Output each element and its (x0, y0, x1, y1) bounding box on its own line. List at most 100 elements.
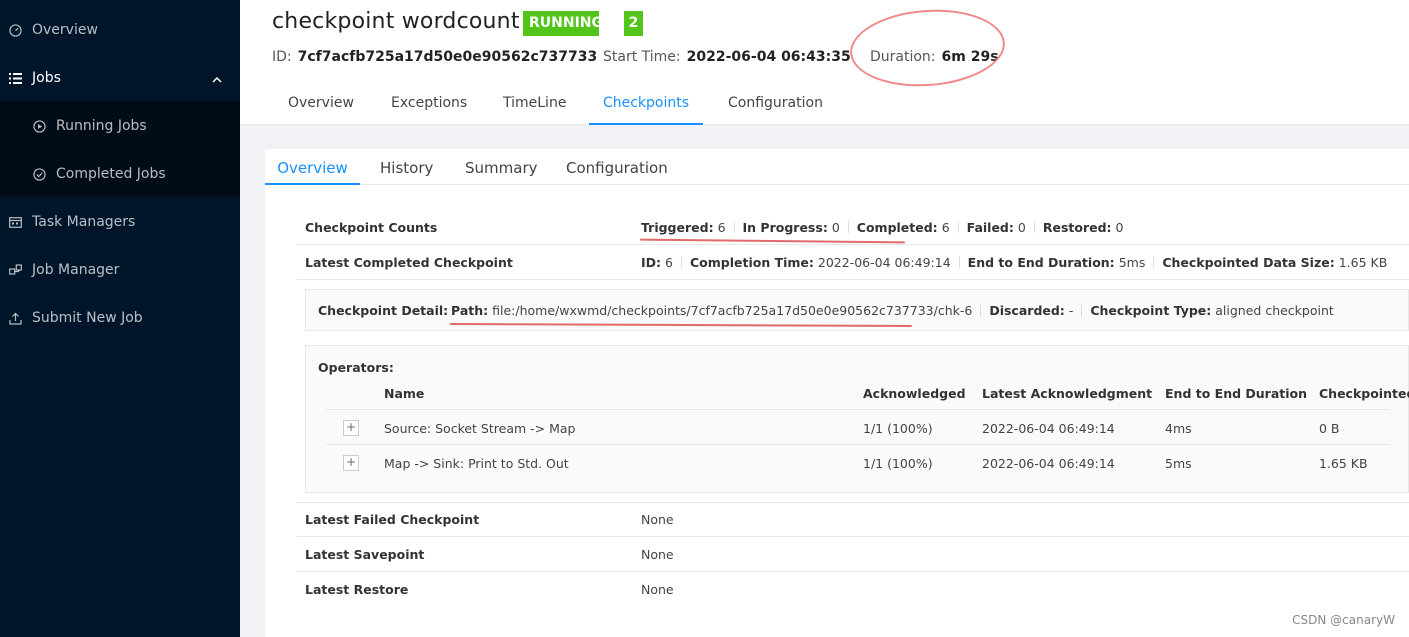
completed-label: Completed: (856, 219, 938, 235)
failed-value: 0 (1017, 219, 1026, 235)
main-content: checkpoint wordcount RUNNING 2 ID: 7cf7ac… (240, 0, 1409, 637)
sidebar: Overview Jobs Running Jobs Completed Job… (0, 0, 240, 637)
play-circle-icon (32, 119, 46, 133)
tab-exceptions[interactable]: Exceptions (391, 95, 467, 125)
sidebar-item-label: Job Manager (32, 262, 120, 278)
job-header: checkpoint wordcount RUNNING 2 ID: 7cf7ac… (240, 0, 1409, 125)
latest-completed-values: ID: 6 Completion Time: 2022-06-04 06:49:14… (641, 255, 1387, 270)
e2e-label: End to End Duration: (967, 254, 1115, 270)
sidebar-item-jobs[interactable]: Jobs (0, 54, 240, 102)
chevron-up-icon (212, 71, 222, 87)
sidebar-item-overview[interactable]: Overview (0, 6, 240, 54)
in-progress-value: 0 (831, 219, 840, 235)
triggered-count: Triggered: 6 (641, 220, 726, 235)
expand-button[interactable]: + (343, 420, 359, 436)
job-id-value: 7cf7acfb725a17d50e0e90562c737733 (297, 49, 598, 65)
dashboard-icon (8, 23, 22, 37)
latest-restore-value: None (641, 582, 674, 597)
checkpoint-detail-values: Path: file:/home/wxwmd/checkpoints/7cf7ac… (451, 303, 1334, 318)
sidebar-item-job-manager[interactable]: Job Manager (0, 246, 240, 294)
checkpoint-tabs: Overview History Summary Configuration (265, 149, 1409, 185)
latest-completed-row: Latest Completed Checkpoint ID: 6 Complet… (297, 245, 1409, 280)
in-progress-count: In Progress: 0 (743, 220, 840, 235)
discarded: Discarded: - (989, 303, 1073, 318)
checkpoint-counts-label: Checkpoint Counts (305, 219, 438, 235)
in-progress-label: In Progress: (742, 219, 828, 235)
expand-button[interactable]: + (343, 455, 359, 471)
watermark: CSDN @canaryW (1292, 613, 1395, 627)
latest-id-label: ID: (641, 254, 662, 270)
sidebar-item-label: Task Managers (32, 214, 136, 230)
latest-restore-row: Latest Restore None (297, 572, 1409, 607)
latest-id: ID: 6 (641, 255, 673, 270)
discarded-value: - (1068, 303, 1074, 318)
job-id-label: ID: (272, 49, 292, 65)
sidebar-item-submit-new-job[interactable]: Submit New Job (0, 294, 240, 342)
tab-cp-history[interactable]: History (380, 159, 433, 185)
operator-name: Map -> Sink: Print to Std. Out (384, 456, 569, 471)
table-row: + Source: Socket Stream -> Map 1/1 (100%… (326, 411, 1390, 445)
sidebar-item-label: Completed Jobs (56, 166, 166, 182)
operator-acknowledged: 1/1 (100%) (863, 456, 933, 471)
checkpoints-panel: Overview History Summary Configuration C… (265, 149, 1409, 637)
latest-failed-label: Latest Failed Checkpoint (305, 512, 480, 527)
completion-time-value: 2022-06-04 06:49:14 (817, 254, 951, 270)
tab-checkpoints[interactable]: Checkpoints (589, 95, 703, 125)
tab-configuration[interactable]: Configuration (728, 95, 823, 125)
sidebar-item-running-jobs[interactable]: Running Jobs (0, 102, 240, 150)
discarded-label: Discarded: (989, 303, 1065, 318)
sidebar-item-label: Running Jobs (56, 118, 147, 134)
checkpoint-counts-values: Triggered: 6 In Progress: 0 Completed: 6 Fa… (641, 220, 1124, 235)
completed-value: 6 (941, 219, 950, 235)
operator-latest-ack: 2022-06-04 06:49:14 (982, 456, 1115, 471)
tab-cp-configuration[interactable]: Configuration (566, 159, 668, 185)
checkpoint-counts-row: Checkpoint Counts Triggered: 6 In Progres… (297, 210, 1409, 245)
restored-value: 0 (1115, 219, 1124, 235)
latest-savepoint-value: None (641, 546, 674, 562)
table-row: + Map -> Sink: Print to Std. Out 1/1 (10… (326, 446, 1390, 480)
start-time-value: 2022-06-04 06:43:35 (686, 49, 851, 65)
end-to-end-duration: End to End Duration: 5ms (968, 255, 1146, 270)
upload-icon (8, 311, 22, 325)
checkpoint-detail-label: Checkpoint Detail: (318, 303, 449, 318)
tab-overview[interactable]: Overview (288, 95, 354, 125)
job-start-time: Start Time: 2022-06-04 06:43:35 (603, 49, 851, 65)
triggered-value: 6 (717, 219, 726, 235)
tab-timeline[interactable]: TimeLine (503, 95, 566, 125)
cluster-icon (8, 263, 22, 277)
col-e2e-duration: End to End Duration (1165, 386, 1308, 401)
operator-acknowledged: 1/1 (100%) (863, 421, 933, 436)
annotation-circle (847, 4, 1008, 92)
sidebar-item-completed-jobs[interactable]: Completed Jobs (0, 150, 240, 198)
col-data-size: Checkpointed D (1319, 386, 1409, 401)
status-badge: RUNNING (523, 11, 603, 36)
operator-latest-ack: 2022-06-04 06:49:14 (982, 421, 1115, 436)
e2e-value: 5ms (1118, 254, 1146, 270)
col-latest-ack: Latest Acknowledgment (982, 386, 1153, 401)
checkpoint-type-label: Checkpoint Type: (1090, 303, 1212, 318)
completion-time: Completion Time: 2022-06-04 06:49:14 (690, 255, 951, 270)
check-circle-icon (32, 167, 46, 181)
list-icon (8, 71, 22, 85)
sidebar-item-task-managers[interactable]: Task Managers (0, 198, 240, 246)
job-id: ID: 7cf7acfb725a17d50e0e90562c737733 (272, 49, 597, 65)
latest-savepoint-row: Latest Savepoint None (297, 537, 1409, 572)
tab-cp-overview[interactable]: Overview (265, 159, 360, 185)
sidebar-item-label: Submit New Job (32, 310, 143, 326)
start-time-label: Start Time: (603, 49, 681, 65)
latest-failed-value: None (641, 512, 674, 527)
sidebar-item-label: Jobs (32, 70, 61, 86)
checkpointed-data-size: Checkpointed Data Size: 1.65 KB (1162, 255, 1387, 270)
checkpoint-type-value: aligned checkpoint (1215, 303, 1334, 318)
data-size-label: Checkpointed Data Size: (1162, 254, 1335, 270)
latest-failed-row: Latest Failed Checkpoint None (297, 502, 1409, 537)
latest-restore-label: Latest Restore (305, 582, 409, 597)
operator-name: Source: Socket Stream -> Map (384, 421, 576, 436)
tasks-count-badge: 2 (624, 11, 643, 36)
col-acknowledged: Acknowledged (863, 386, 966, 401)
calendar-icon (8, 215, 22, 229)
latest-completed-label: Latest Completed Checkpoint (305, 254, 513, 270)
tab-cp-summary[interactable]: Summary (465, 159, 538, 185)
path-value: file:/home/wxwmd/checkpoints/7cf7acfb725… (492, 303, 973, 318)
latest-id-value: 6 (665, 254, 673, 270)
